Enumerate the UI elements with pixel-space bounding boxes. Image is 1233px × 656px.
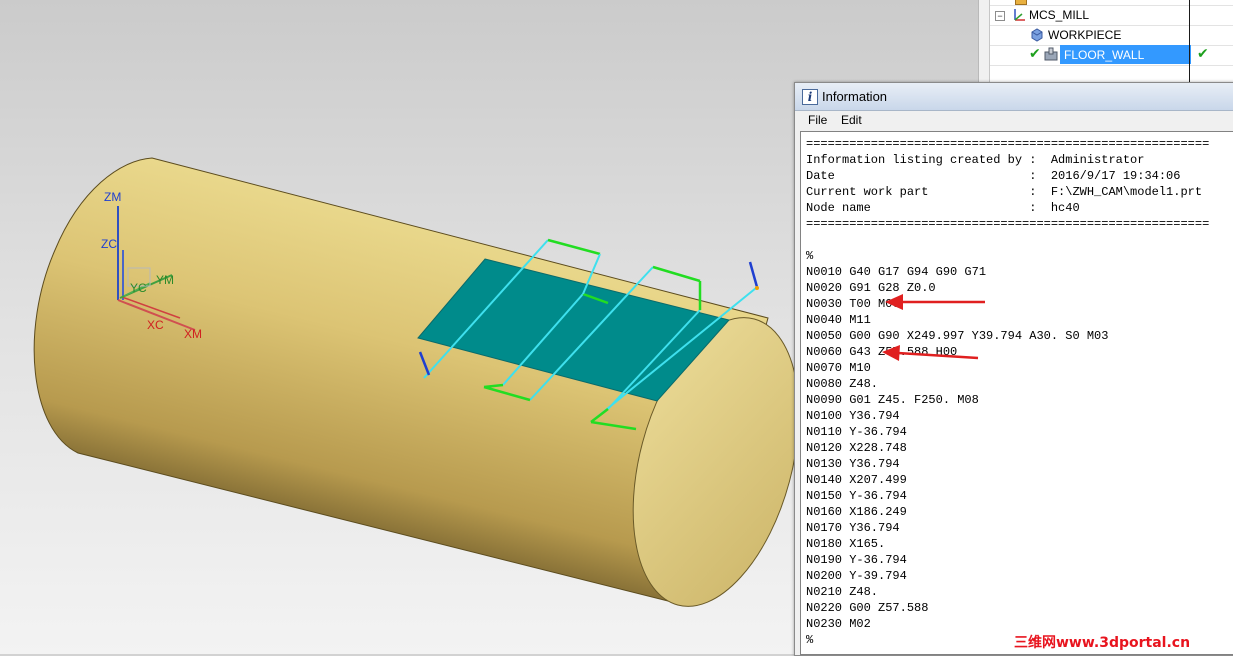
status-ok-icon: ✔ <box>1197 45 1209 61</box>
watermark: 三维网www.3dportal.cn <box>1014 635 1191 651</box>
axis-label-zm: ZM <box>104 190 122 204</box>
information-text-area[interactable]: ========================================… <box>800 131 1233 655</box>
text-line: N0180 X165. <box>806 537 886 551</box>
information-listing: ========================================… <box>806 136 1209 648</box>
text-line: N0100 Y36.794 <box>806 409 900 423</box>
text-line: Date : 2016/9/17 19:34:06 <box>806 169 1181 183</box>
text-line <box>806 232 1209 248</box>
program-icon <box>1015 0 1027 5</box>
text-line: N0140 X207.499 <box>806 473 907 487</box>
text-line: N0050 G00 G90 X249.997 Y39.794 A30. S0 M… <box>806 329 1109 343</box>
text-line: N0230 M02 <box>806 617 871 631</box>
menu-edit[interactable]: Edit <box>841 113 862 127</box>
information-window[interactable]: i Information File Edit ================… <box>794 82 1233 656</box>
text-line: N0170 Y36.794 <box>806 521 900 535</box>
text-line: N0010 G40 G17 G94 G90 G71 <box>806 265 987 279</box>
text-line: Current work part : F:\ZWH_CAM\model1.pr… <box>806 185 1203 199</box>
operation-navigator: − MCS_MILL WORKPIECE ✔ FLOOR_WALL ✔ <box>978 0 1233 82</box>
text-line: N0030 T00 M06 <box>806 297 900 311</box>
axis-label-xm: XM <box>184 327 202 341</box>
text-line: N0040 M11 <box>806 313 871 327</box>
text-line: N0220 G00 Z57.588 <box>806 601 929 615</box>
axis-label-ym: YM <box>156 273 174 287</box>
text-line: ========================================… <box>806 137 1210 151</box>
window-titlebar[interactable]: i Information <box>795 83 1233 111</box>
window-title: Information <box>822 89 888 104</box>
text-line: N0020 G91 G28 Z0.0 <box>806 281 936 295</box>
axis-label-xc: XC <box>147 318 164 332</box>
text-line: N0070 M10 <box>806 361 871 375</box>
text-line: N0120 X228.748 <box>806 441 907 455</box>
tree-row-floor-wall[interactable]: FLOOR_WALL <box>1064 46 1144 65</box>
info-icon: i <box>802 89 818 105</box>
tree-row-mcs-mill[interactable]: MCS_MILL <box>1029 6 1089 25</box>
text-line: N0150 Y-36.794 <box>806 489 907 503</box>
text-line: N0090 G01 Z45. F250. M08 <box>806 393 979 407</box>
text-line: N0160 X186.249 <box>806 505 907 519</box>
text-line: N0210 Z48. <box>806 585 879 599</box>
text-line: N0130 Y36.794 <box>806 457 900 471</box>
text-line: Information listing created by : Adminis… <box>806 153 1145 167</box>
collapse-icon[interactable]: − <box>995 11 1005 21</box>
text-line: N0110 Y-36.794 <box>806 425 907 439</box>
column-divider[interactable] <box>1189 0 1190 82</box>
menubar: File Edit <box>800 112 1233 130</box>
text-line: N0190 Y-36.794 <box>806 553 907 567</box>
axis-label-yc: YC <box>130 281 147 295</box>
tree-row-workpiece[interactable]: WORKPIECE <box>1048 26 1121 45</box>
text-line: Node name : hc40 <box>806 201 1080 215</box>
menu-file[interactable]: File <box>808 113 827 127</box>
text-line: ========================================… <box>806 217 1210 231</box>
check-icon: ✔ <box>1029 45 1041 61</box>
mcs-axes-icon <box>1011 7 1027 28</box>
text-line: N0200 Y-39.794 <box>806 569 907 583</box>
operation-icon <box>1044 47 1059 67</box>
text-line: % <box>806 249 814 263</box>
text-line: N0060 G43 Z57.588 H00 <box>806 345 958 359</box>
axis-label-zc: ZC <box>101 237 117 251</box>
text-line: N0080 Z48. <box>806 377 879 391</box>
